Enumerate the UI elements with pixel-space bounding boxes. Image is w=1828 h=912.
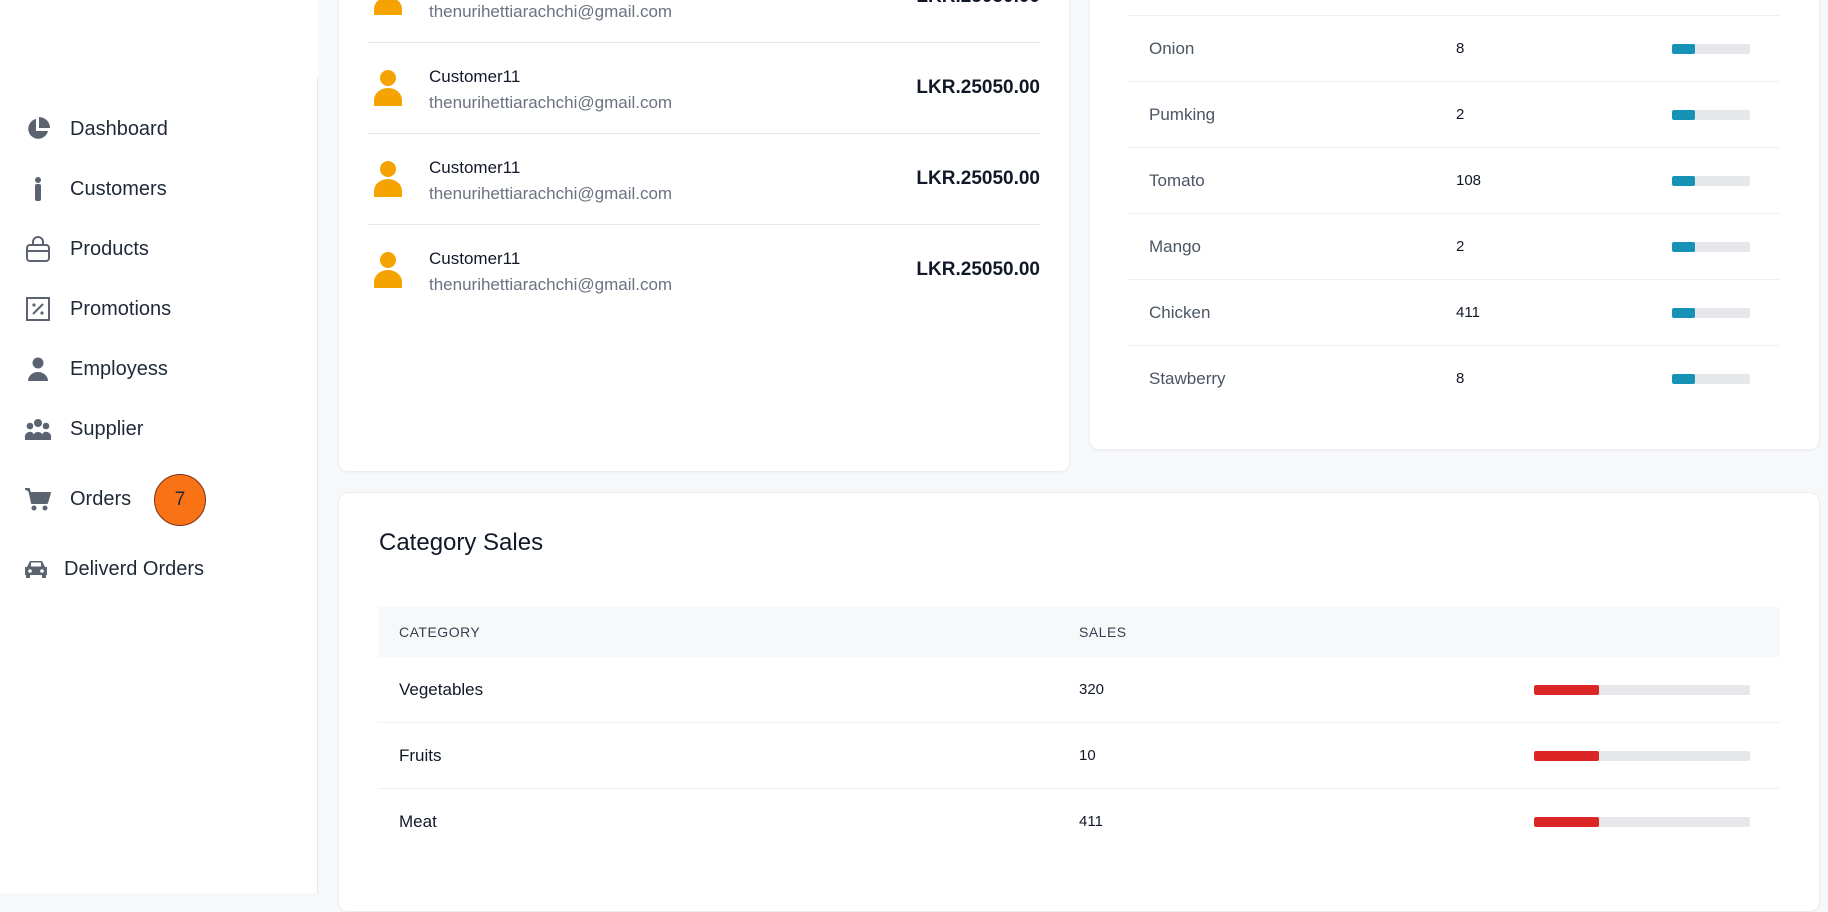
product-progress-bar: [1672, 110, 1750, 120]
category-sales-value: 10: [1079, 747, 1096, 764]
person-standing-icon: [24, 175, 52, 203]
category-progress-fill: [1534, 817, 1599, 827]
category-sales-title: Category Sales: [379, 529, 544, 556]
category-sales-value: 411: [1079, 813, 1103, 830]
sidebar-item-label: Deliverd Orders: [64, 557, 205, 580]
list-item[interactable]: Customer11 thenurihettiarachchi@gmail.co…: [368, 225, 1040, 316]
customer-email: thenurihettiarachchi@gmail.com: [429, 93, 673, 112]
product-progress-fill: [1672, 374, 1696, 384]
table-row: Pumking 2: [1128, 82, 1780, 148]
list-item[interactable]: Customer11 thenurihettiarachchi@gmail.co…: [368, 134, 1040, 225]
user-avatar-icon: [374, 161, 402, 197]
table-row: [1128, 0, 1780, 16]
table-row: Tomato 108: [1128, 148, 1780, 214]
product-progress-fill: [1672, 308, 1696, 318]
user-avatar-icon: [374, 70, 402, 106]
product-name: Mango: [1149, 237, 1201, 256]
product-progress-fill: [1672, 242, 1696, 252]
customer-email: thenurihettiarachchi@gmail.com: [429, 184, 673, 203]
sidebar-item-label: Orders: [70, 487, 132, 510]
table-row: Mango 2: [1128, 214, 1780, 280]
order-amount: LKR.25050.00: [916, 168, 1040, 189]
category-progress-bar: [1534, 817, 1750, 827]
car-icon: [22, 555, 50, 583]
product-progress-bar: [1672, 308, 1750, 318]
order-amount: LKR.25050.00: [916, 259, 1040, 280]
product-quantity: 2: [1456, 106, 1465, 123]
table-row: Meat 411: [378, 789, 1780, 855]
category-progress-bar: [1534, 751, 1750, 761]
customer-email: thenurihettiarachchi@gmail.com: [429, 2, 673, 21]
sidebar-item-dashboard[interactable]: Dashboard: [24, 109, 168, 149]
sidebar-item-promotions[interactable]: Promotions: [24, 289, 171, 329]
customer-email: thenurihettiarachchi@gmail.com: [429, 275, 673, 294]
sidebar-item-label: Promotions: [70, 297, 172, 320]
product-name: Onion: [1149, 39, 1195, 58]
customer-name: Customer11: [429, 249, 521, 268]
product-quantity: 8: [1456, 370, 1465, 387]
table-row: Vegetables 320: [378, 657, 1780, 723]
sidebar-item-products[interactable]: Products: [24, 229, 149, 269]
table-row: Fruits 10: [378, 723, 1780, 789]
percent-icon: [24, 295, 52, 323]
table-header: CATEGORY SALES: [378, 607, 1780, 657]
customer-name: Customer11: [429, 67, 521, 86]
product-name: Pumking: [1149, 105, 1216, 124]
sidebar-divider: [317, 78, 318, 893]
table-row: Onion 8: [1128, 16, 1780, 82]
product-progress-fill: [1672, 44, 1696, 54]
list-item[interactable]: Customer11 thenurihettiarachchi@gmail.co…: [368, 43, 1040, 134]
shopping-bag-icon: [24, 235, 52, 263]
product-progress-bar: [1672, 176, 1750, 186]
sidebar-item-label: Products: [70, 237, 149, 260]
order-amount: LKR.25050.00: [916, 0, 1040, 8]
table-row: Stawberry 8: [1128, 346, 1780, 412]
pie-chart-icon: [24, 115, 52, 143]
customer-name: Customer11: [429, 158, 521, 177]
user-icon: [24, 355, 52, 383]
sidebar-item-label: Dashboard: [70, 117, 168, 140]
sidebar-item-employess[interactable]: Employess: [24, 349, 168, 389]
users-group-icon: [24, 415, 52, 443]
order-amount: LKR.25050.00: [916, 77, 1040, 98]
product-progress-fill: [1672, 176, 1696, 186]
orders-count-badge: 7: [154, 474, 206, 526]
sidebar-item-customers[interactable]: Customers: [24, 169, 167, 209]
product-name: Stawberry: [1149, 369, 1226, 388]
product-quantity: 108: [1456, 172, 1482, 189]
category-name: Vegetables: [399, 680, 484, 699]
product-progress-bar: [1672, 374, 1750, 384]
product-progress-bar: [1672, 44, 1750, 54]
table-row: Chicken 411: [1128, 280, 1780, 346]
product-name: Tomato: [1149, 171, 1205, 190]
category-sales-value: 320: [1079, 681, 1105, 698]
product-progress-fill: [1672, 110, 1696, 120]
column-header-category: CATEGORY: [399, 624, 481, 640]
product-name: Chicken: [1149, 303, 1211, 322]
category-progress-fill: [1534, 751, 1599, 761]
sidebar-item-deliverd-orders[interactable]: Deliverd Orders: [22, 549, 204, 589]
user-avatar-icon: [374, 0, 402, 15]
product-quantity: 411: [1456, 304, 1480, 321]
sidebar-item-label: Supplier: [70, 417, 144, 440]
sidebar-item-label: Customers: [70, 177, 167, 200]
product-quantity: 8: [1456, 40, 1465, 57]
cart-icon: [24, 485, 52, 513]
column-header-sales: SALES: [1079, 624, 1127, 640]
category-name: Meat: [399, 812, 437, 831]
category-progress-bar: [1534, 685, 1750, 695]
category-name: Fruits: [399, 746, 442, 765]
category-progress-fill: [1534, 685, 1599, 695]
sidebar-item-orders[interactable]: Orders: [24, 479, 131, 519]
sidebar-item-supplier[interactable]: Supplier: [24, 409, 143, 449]
product-progress-bar: [1672, 242, 1750, 252]
user-avatar-icon: [374, 252, 402, 288]
product-quantity: 2: [1456, 238, 1465, 255]
list-item[interactable]: thenurihettiarachchi@gmail.com LKR.25050…: [368, 0, 1040, 43]
sidebar-item-label: Employess: [70, 357, 168, 380]
